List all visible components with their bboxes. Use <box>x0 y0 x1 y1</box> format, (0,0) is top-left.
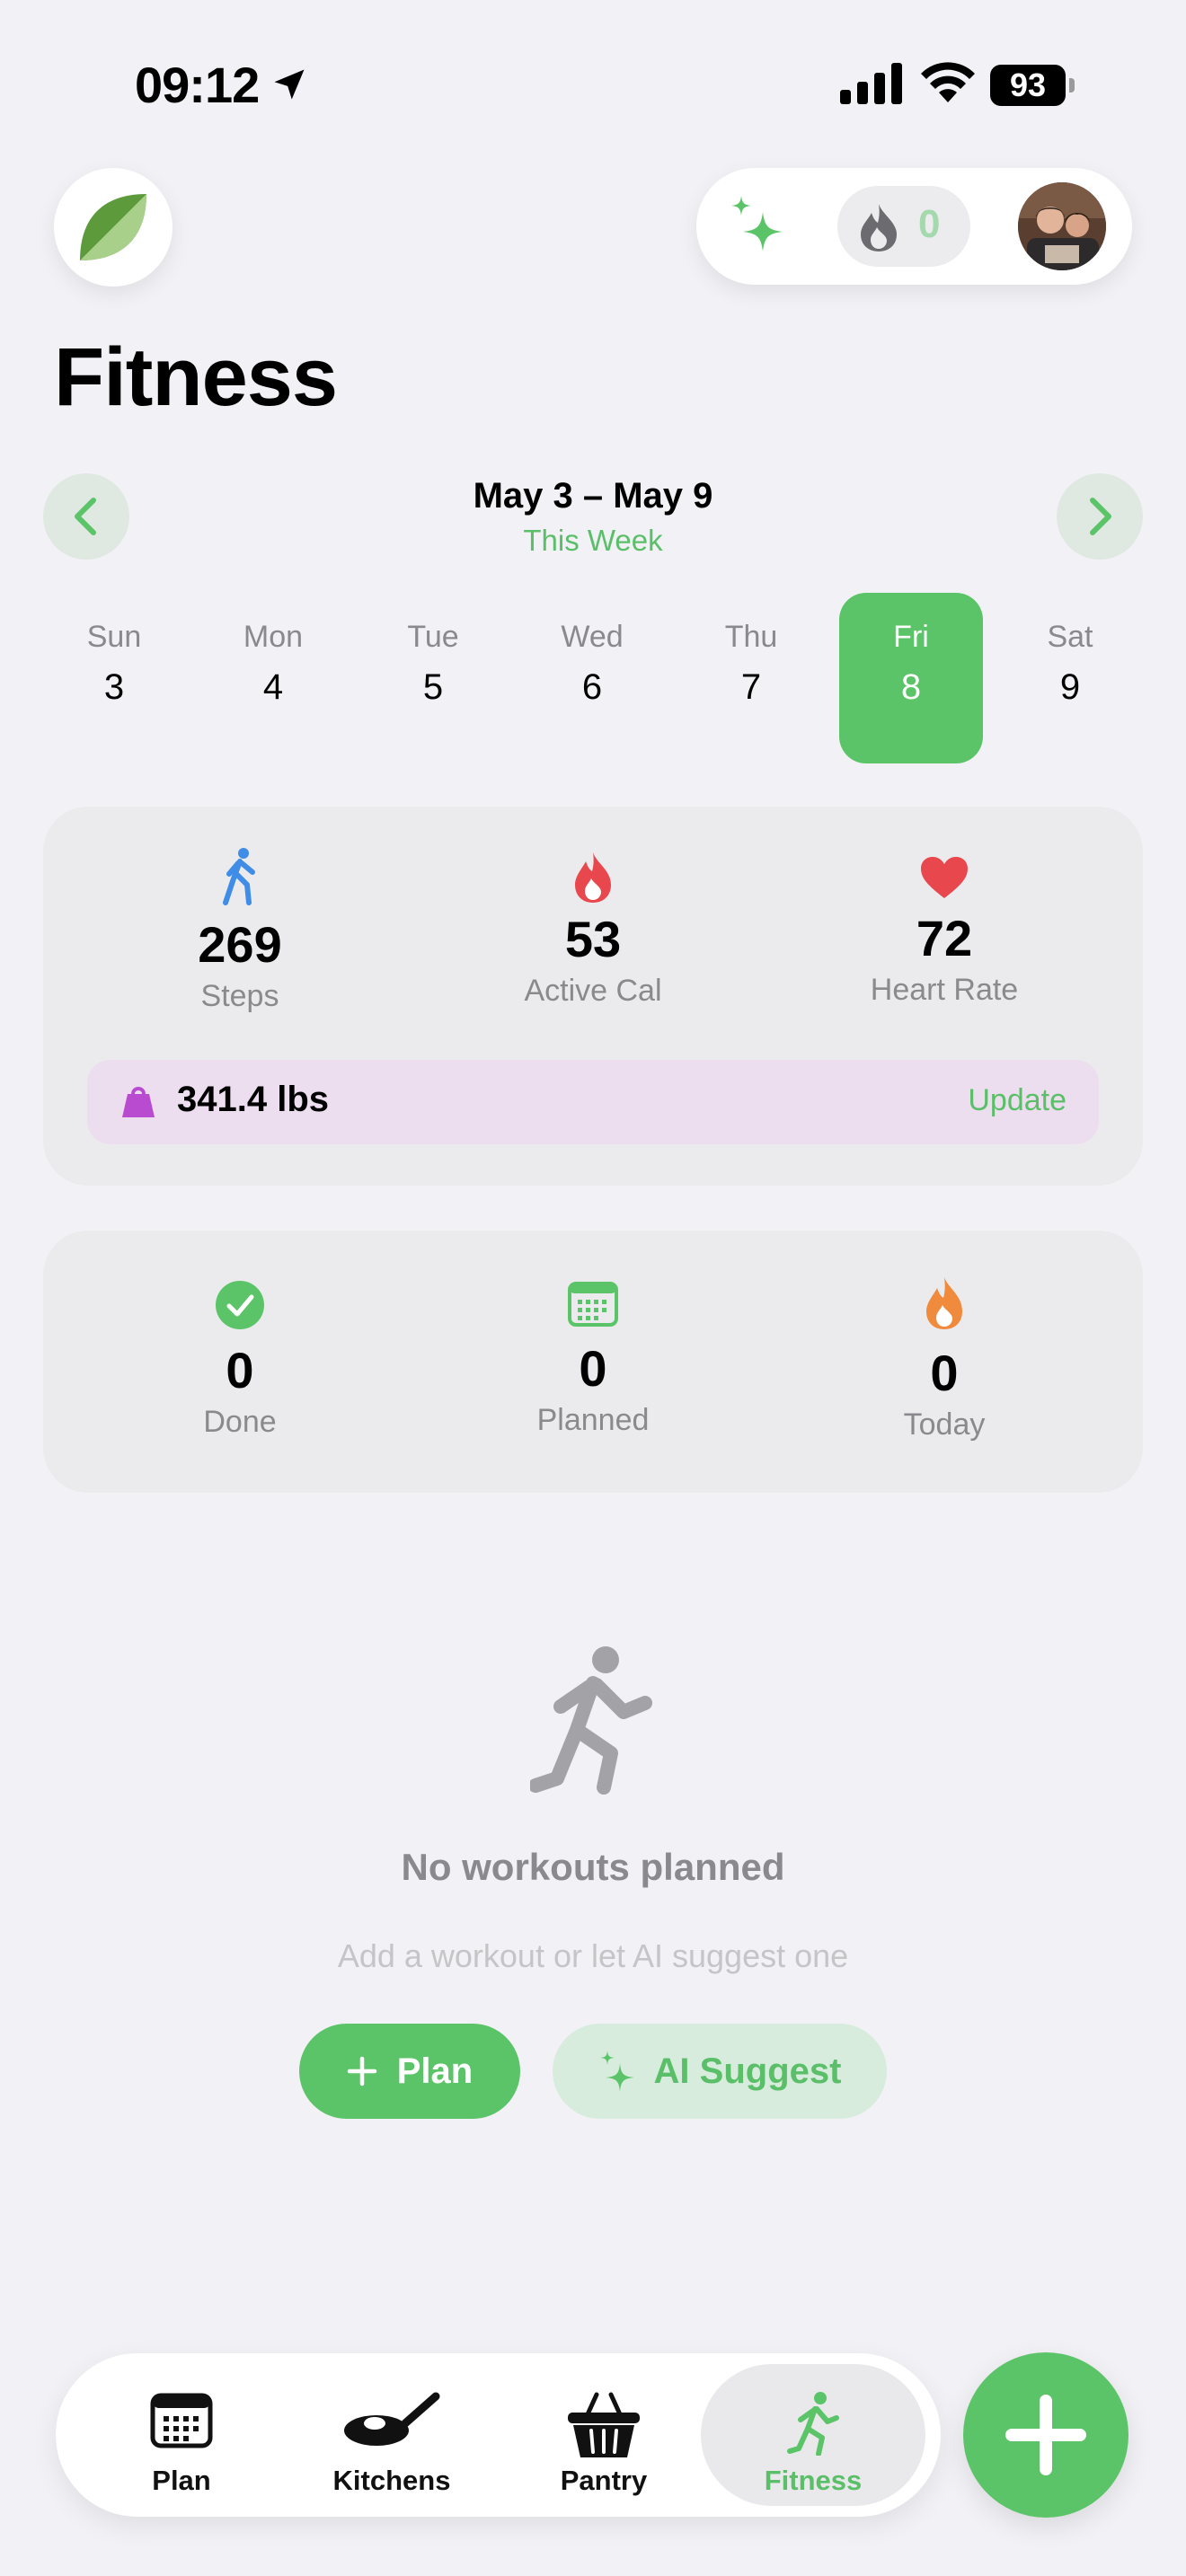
steps-label: Steps <box>200 979 279 1013</box>
walking-icon <box>223 848 255 905</box>
add-button[interactable] <box>963 2352 1128 2518</box>
next-week-button[interactable] <box>1057 473 1143 560</box>
day-number: 5 <box>422 667 444 707</box>
streak-badge[interactable]: 0 <box>837 186 970 267</box>
tab-fitness[interactable]: Fitness <box>701 2364 925 2506</box>
day-number: 3 <box>103 667 125 707</box>
ai-sparkle-icon[interactable] <box>723 192 792 260</box>
day-mon[interactable]: Mon 4 <box>201 593 345 763</box>
pan-icon <box>344 2392 440 2446</box>
tab-label: Plan <box>152 2465 211 2496</box>
ai-sparkle-icon <box>599 2051 634 2092</box>
plus-icon <box>1005 2395 1086 2475</box>
day-name: Tue <box>407 620 459 654</box>
day-name: Wed <box>561 620 624 654</box>
day-name: Sun <box>86 620 142 654</box>
streak-count: 0 <box>918 202 941 246</box>
cellular-signal-icon <box>840 63 902 104</box>
flame-icon <box>926 1277 962 1329</box>
day-number: 4 <box>262 667 284 707</box>
weight-icon <box>122 1087 155 1117</box>
planned-value: 0 <box>579 1340 607 1397</box>
active-cal-metric: 53 Active Cal <box>458 851 728 1009</box>
day-name: Sat <box>1047 620 1093 654</box>
week-range: May 3 – May 9 <box>473 476 713 516</box>
chevron-right-icon <box>1090 498 1111 535</box>
wifi-icon <box>921 62 975 102</box>
tab-label: Fitness <box>764 2465 863 2496</box>
battery-indicator: 93 <box>990 65 1075 106</box>
heart-rate-metric: 72 Heart Rate <box>810 855 1079 1008</box>
avatar[interactable] <box>1018 182 1106 270</box>
battery-level: 93 <box>1009 66 1047 103</box>
day-number: 8 <box>900 667 922 707</box>
day-sat[interactable]: Sat 9 <box>998 593 1142 763</box>
ai-suggest-label: AI Suggest <box>653 2051 842 2091</box>
day-name: Thu <box>724 620 778 654</box>
status-time: 09:12 <box>135 57 260 113</box>
today-metric: 0 Today <box>810 1275 1079 1442</box>
day-number: 6 <box>581 667 603 707</box>
leaf-logo-icon <box>80 194 146 260</box>
day-tue[interactable]: Tue 5 <box>361 593 505 763</box>
app-logo-button[interactable] <box>54 168 173 287</box>
calendar-icon <box>568 1282 618 1327</box>
weight-row[interactable]: 341.4 lbs Update <box>87 1060 1099 1144</box>
page-title: Fitness <box>54 331 338 423</box>
day-fri-selected[interactable]: Fri 8 <box>839 593 983 763</box>
active-cal-label: Active Cal <box>524 974 662 1008</box>
empty-state-title: No workouts planned <box>401 1846 785 1888</box>
day-sun[interactable]: Sun 3 <box>42 593 186 763</box>
tab-label: Kitchens <box>332 2465 451 2496</box>
empty-state-subtitle: Add a workout or let AI suggest one <box>337 1937 849 1974</box>
day-name: Fri <box>893 620 929 654</box>
basket-icon <box>568 2392 640 2457</box>
plus-icon <box>347 2056 376 2086</box>
chevron-left-icon <box>75 498 96 535</box>
tab-kitchens[interactable]: Kitchens <box>293 2364 491 2506</box>
steps-value: 269 <box>198 916 282 973</box>
calendar-icon <box>150 2393 213 2448</box>
flame-icon <box>861 204 897 251</box>
day-thu[interactable]: Thu 7 <box>679 593 823 763</box>
tab-bar: Plan Kitchens Pantry Fitness <box>56 2353 941 2517</box>
today-label: Today <box>903 1407 986 1442</box>
weight-update-button[interactable]: Update <box>968 1083 1067 1118</box>
flame-icon <box>575 852 611 903</box>
active-cal-value: 53 <box>564 911 622 967</box>
previous-week-button[interactable] <box>43 473 129 560</box>
day-wed[interactable]: Wed 6 <box>520 593 664 763</box>
tab-label: Pantry <box>560 2465 648 2496</box>
day-number: 9 <box>1059 667 1081 707</box>
day-number: 7 <box>740 667 762 707</box>
heart-icon <box>921 857 968 898</box>
done-value: 0 <box>226 1342 254 1398</box>
today-value: 0 <box>930 1345 959 1401</box>
done-metric: 0 Done <box>105 1280 375 1440</box>
plan-button-label: Plan <box>396 2051 474 2091</box>
tab-plan[interactable]: Plan <box>83 2364 280 2506</box>
week-subtitle: This Week <box>523 524 663 557</box>
planned-metric: 0 Planned <box>458 1280 728 1438</box>
plan-workout-button[interactable]: Plan <box>299 2024 520 2119</box>
day-name: Mon <box>243 620 304 654</box>
planned-label: Planned <box>536 1403 650 1437</box>
tab-pantry[interactable]: Pantry <box>505 2364 703 2506</box>
ai-suggest-button[interactable]: AI Suggest <box>553 2024 887 2119</box>
checkmark-circle-icon <box>216 1281 264 1329</box>
heart-rate-value: 72 <box>916 910 973 966</box>
heart-rate-label: Heart Rate <box>870 973 1019 1007</box>
header-actions: 0 <box>696 168 1132 285</box>
runner-icon <box>530 1646 652 1795</box>
location-arrow-icon <box>274 69 305 100</box>
runner-icon <box>787 2392 839 2456</box>
weight-value: 341.4 lbs <box>177 1080 330 1119</box>
done-label: Done <box>203 1405 277 1439</box>
steps-metric: 269 Steps <box>105 847 375 1014</box>
